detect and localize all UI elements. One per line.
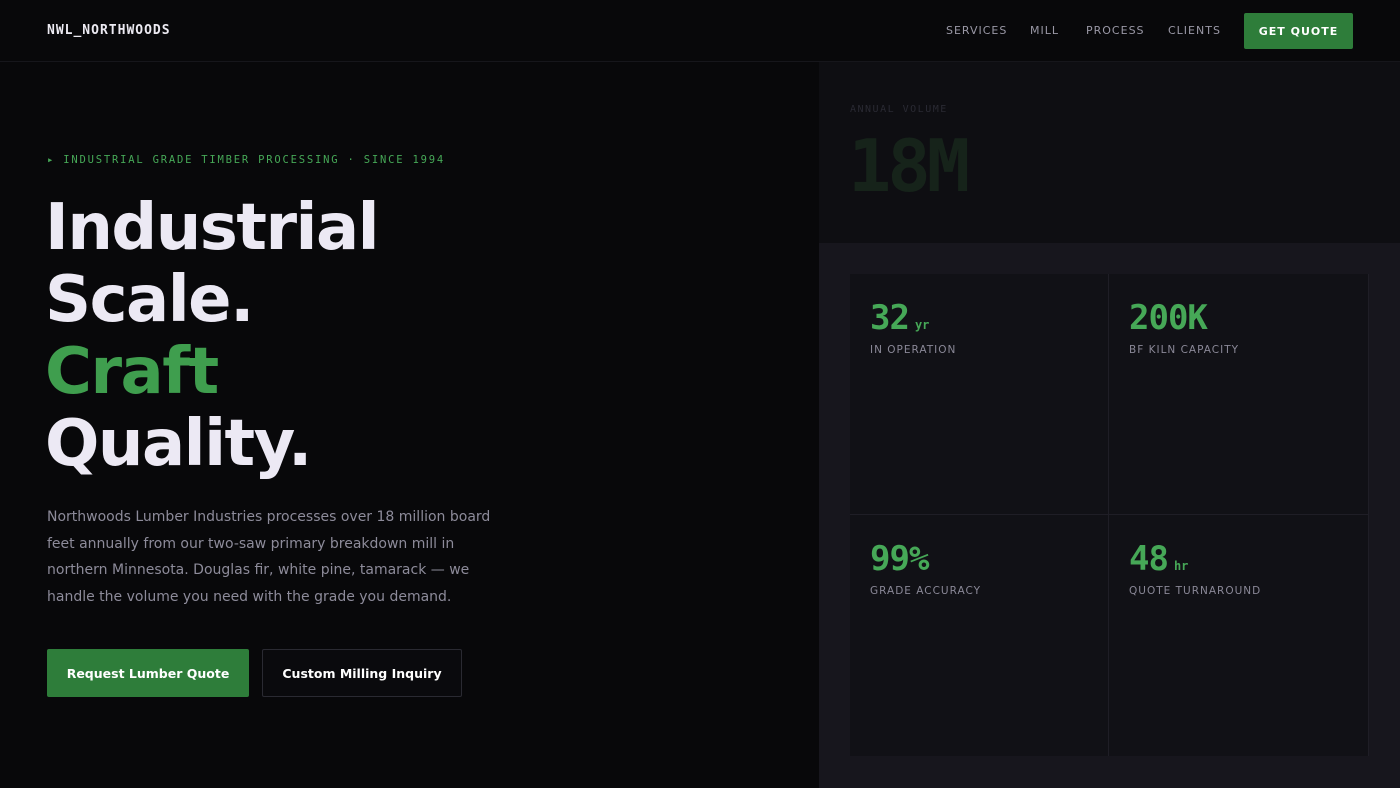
nav-link-process[interactable]: PROCESS [1086,24,1145,37]
annual-volume-value: 18M [848,124,970,208]
stat-value: 32 yr [870,298,930,338]
stats-grid: 32 yr IN OPERATION 200K BF KILN CAPACITY … [850,274,1369,756]
hero-headline: Industrial Scale. Craft Quality. [45,191,380,481]
nav-links: SERVICES MILL PROCESS CLIENTS [0,24,1400,40]
hero-description: Northwoods Lumber Industries processes o… [47,509,491,605]
stat-value: 48 hr [1129,539,1189,579]
stat-card-grade-accuracy: 99% GRADE ACCURACY [850,515,1108,756]
stat-label: IN OPERATION [870,344,957,356]
stat-card-quote-turnaround: 48 hr QUOTE TURNAROUND [1109,515,1368,756]
stat-label: BF KILN CAPACITY [1129,344,1240,356]
headline-line-3-accent: Craft [45,335,219,409]
stat-card-operation: 32 yr IN OPERATION [850,274,1108,514]
request-lumber-quote-button[interactable]: Request Lumber Quote [47,649,249,697]
nav-link-clients[interactable]: CLIENTS [1168,24,1221,37]
stat-value: 200K [1129,298,1208,338]
top-nav: NWL_NORTHWOODS SERVICES MILL PROCESS CLI… [0,0,1400,62]
stat-label: QUOTE TURNAROUND [1129,585,1262,597]
annual-volume-label: ANNUAL VOLUME [850,104,948,115]
headline-line-2: Scale. [45,263,254,337]
stat-value: 99% [870,539,929,579]
headline-line-1: Industrial [45,191,380,265]
get-quote-button[interactable]: GET QUOTE [1244,13,1353,49]
stat-card-kiln-capacity: 200K BF KILN CAPACITY [1109,274,1368,514]
headline-line-4: Quality. [45,407,312,481]
stat-label: GRADE ACCURACY [870,585,982,597]
hero-eyebrow: ▸ INDUSTRIAL GRADE TIMBER PROCESSING · S… [47,154,445,166]
custom-milling-inquiry-button[interactable]: Custom Milling Inquiry [262,649,462,697]
nav-link-services[interactable]: SERVICES [946,24,1007,37]
annual-volume-card: ANNUAL VOLUME 18M [819,62,1400,243]
stat-unit: hr [1173,559,1189,573]
stats-panel: ANNUAL VOLUME 18M 32 yr IN OPERATION 200K… [819,62,1400,788]
nav-link-mill[interactable]: MILL [1030,24,1059,37]
stat-unit: yr [914,318,930,332]
